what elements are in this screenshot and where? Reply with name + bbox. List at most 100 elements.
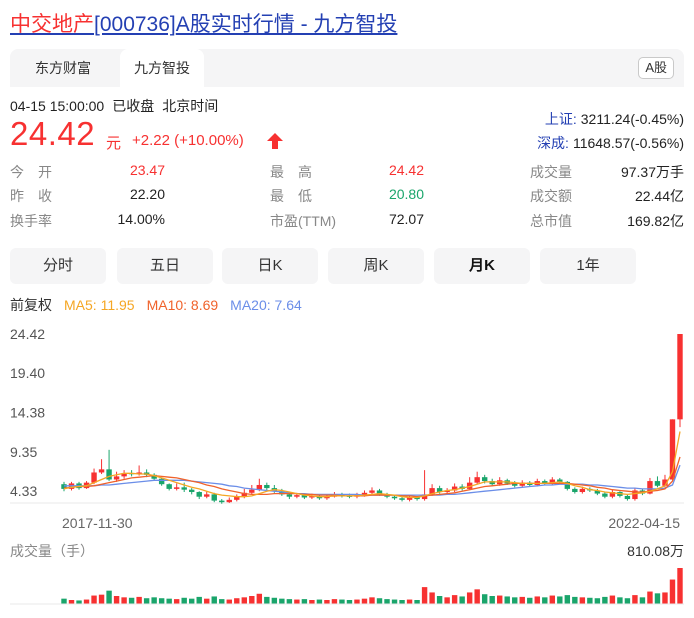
kline-chart[interactable]: 24.42 19.40 14.38 9.35 4.33 2017-11-30 2022-04…: [0, 318, 694, 618]
volume-bar: [497, 595, 503, 604]
stat-value: 22.44亿: [634, 188, 684, 204]
volume-bar: [339, 599, 345, 604]
candle-body: [264, 484, 270, 489]
stat-label: 今 开: [10, 164, 52, 180]
volume-bar: [557, 596, 563, 604]
ma20-label: MA20: 7.64: [230, 297, 302, 313]
tab-jiufang[interactable]: 九方智投: [120, 49, 204, 87]
volume-bar: [489, 596, 495, 604]
volume-label: 成交量（手）: [10, 543, 94, 559]
stock-name[interactable]: 中交地产: [10, 13, 94, 36]
volume-bar: [459, 596, 465, 604]
volume-bar: [369, 597, 375, 604]
tab-period[interactable]: 月K: [434, 248, 530, 284]
candle-body: [399, 498, 405, 500]
x-axis-label-end: 2022-04-15: [608, 515, 680, 531]
candle-body: [369, 490, 375, 493]
stat-label: 成交额: [530, 188, 572, 204]
volume-bar: [444, 597, 450, 604]
volume-bar: [226, 599, 232, 604]
stat-label: 最 低: [270, 188, 312, 204]
volume-bar: [113, 596, 120, 604]
volume-bar: [587, 597, 593, 604]
index-shenzhen[interactable]: 深成: 11648.57(-0.56%): [537, 133, 684, 153]
index-shanghai-name[interactable]: 上证:: [545, 111, 577, 127]
stat-label: 昨 收: [10, 188, 52, 204]
volume-bar: [91, 595, 97, 604]
candle-body: [579, 488, 586, 493]
index-shenzhen-name[interactable]: 深成:: [537, 135, 569, 151]
volume-bar: [309, 600, 315, 604]
volume-bar: [527, 597, 533, 604]
tab-period[interactable]: 日K: [222, 248, 318, 284]
candle-body: [158, 478, 165, 485]
index-shanghai-value: 3211.24(-0.45%): [580, 111, 684, 127]
volume-bar: [294, 599, 300, 604]
candle-body: [113, 476, 120, 480]
price-change: +2.22 (+10.00%): [132, 132, 244, 149]
y-tick-label: 24.42: [10, 326, 45, 342]
volume-bar: [211, 596, 217, 604]
volume-bar: [219, 599, 225, 604]
candle-body: [481, 477, 488, 482]
adjust-label[interactable]: 前复权: [10, 297, 52, 313]
volume-bar: [421, 587, 428, 604]
stat-value: 24.42: [388, 162, 424, 178]
volume-bar: [354, 599, 360, 604]
volume-bar: [361, 598, 368, 604]
index-shanghai[interactable]: 上证: 3211.24(-0.45%): [545, 109, 684, 129]
volume-bar: [346, 600, 353, 604]
candle-body: [173, 487, 180, 489]
stock-code[interactable]: [000736]: [94, 13, 176, 36]
volume-bar: [677, 568, 683, 604]
volume-bar: [406, 599, 413, 604]
volume-bar: [654, 593, 661, 604]
volume-bar: [166, 598, 172, 604]
volume-bar: [204, 598, 210, 604]
stat-label: 成交量: [530, 164, 572, 180]
volume-bar: [324, 600, 330, 604]
y-tick-label: 4.33: [10, 483, 37, 499]
stat-value: 72.07: [388, 211, 424, 227]
candle-body: [189, 489, 195, 493]
tab-eastmoney[interactable]: 东方财富: [24, 49, 102, 87]
candle-body: [474, 477, 480, 483]
volume-bar: [143, 598, 150, 604]
candle-body: [166, 484, 172, 489]
up-arrow-icon: [267, 133, 283, 149]
volume-bar: [279, 598, 285, 604]
candle-body: [98, 469, 105, 473]
volume-bar: [384, 599, 390, 604]
volume-bar: [519, 596, 525, 604]
volume-bar: [151, 597, 157, 604]
volume-bar: [579, 597, 586, 604]
volume-bar: [331, 599, 338, 604]
ma10-label: MA10: 8.69: [146, 297, 219, 313]
title-rest[interactable]: A股实时行情 - 九方智投: [176, 13, 398, 36]
tab-period[interactable]: 五日: [117, 248, 213, 284]
candle-body: [106, 469, 112, 480]
page-title[interactable]: 中交地产[000736]A股实时行情 - 九方智投: [10, 8, 397, 38]
a-share-badge[interactable]: A股: [638, 57, 674, 79]
candle-body: [249, 489, 255, 493]
candle-body: [294, 495, 300, 497]
quote-status: 04-15 15:00:00 已收盘 北京时间: [10, 96, 226, 116]
volume-bar: [189, 598, 195, 604]
volume-bar: [602, 596, 608, 604]
tab-period[interactable]: 1年: [540, 248, 636, 284]
tab-period[interactable]: 分时: [10, 248, 106, 284]
x-axis-label-start: 2017-11-30: [62, 515, 133, 531]
quote-datetime: 04-15 15:00:00: [10, 98, 105, 114]
volume-bar: [542, 597, 548, 604]
ma-legend: 前复权 MA5: 11.95 MA10: 8.69 MA20: 7.64: [10, 295, 314, 315]
stat-label: 最 高: [270, 164, 312, 180]
current-price: 24.42: [10, 115, 96, 152]
tab-period[interactable]: 周K: [328, 248, 424, 284]
volume-bar: [669, 579, 676, 604]
market-state: 已收盘: [112, 98, 155, 114]
volume-bar: [234, 598, 240, 604]
candle-body: [226, 499, 232, 503]
volume-bar: [617, 597, 623, 604]
volume-bar: [662, 592, 668, 604]
volume-max-label: 810.08万: [627, 543, 684, 559]
